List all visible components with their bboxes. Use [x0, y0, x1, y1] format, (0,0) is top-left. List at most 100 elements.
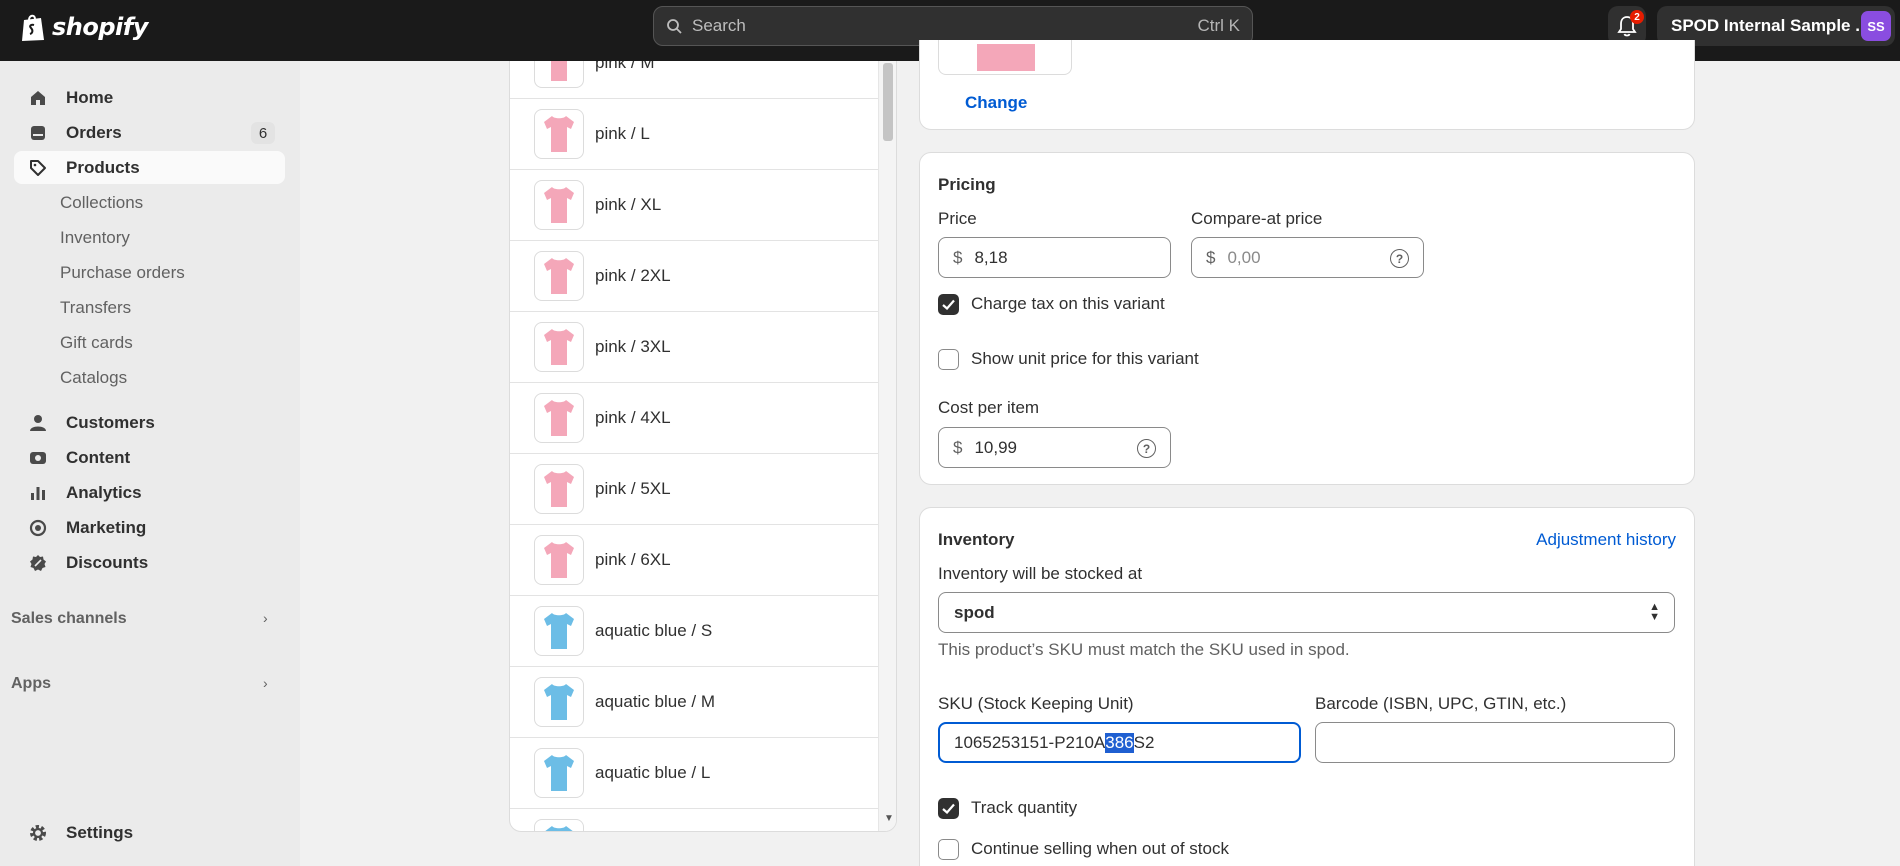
charge-tax-label[interactable]: Charge tax on this variant	[971, 294, 1165, 314]
price-label: Price	[938, 209, 977, 228]
search-shortcut: Ctrl K	[1197, 16, 1241, 35]
scroll-down-arrow-icon[interactable]: ▼	[884, 813, 894, 824]
apps-heading[interactable]: Apps	[11, 675, 51, 693]
scrollbar-thumb[interactable]	[883, 63, 893, 141]
tshirt-icon	[544, 471, 574, 507]
variant-row[interactable]: pink / 4XL	[510, 383, 878, 454]
continue-selling-label[interactable]: Continue selling when out of stock	[971, 839, 1229, 859]
location-select[interactable]: spod ▲ ▼	[938, 592, 1675, 633]
sidebar-item-gift-cards[interactable]: Gift cards	[60, 333, 133, 353]
charge-tax-checkbox[interactable]	[938, 294, 959, 315]
cost-per-item-label: Cost per item	[938, 398, 1040, 417]
sidebar-item-products[interactable]: Products	[14, 151, 285, 184]
variant-row[interactable]: aquatic blue / L	[510, 738, 878, 809]
sidebar-item-orders[interactable]: Orders 6	[14, 116, 285, 149]
sales-channels-heading[interactable]: Sales channels	[11, 610, 127, 628]
currency-symbol: $	[1206, 247, 1216, 267]
sku-selected-text: 386	[1105, 732, 1134, 753]
sidebar-item-label: Customers	[66, 412, 155, 432]
variant-row[interactable]: pink / 5XL	[510, 454, 878, 525]
variant-row[interactable]: pink / L	[510, 99, 878, 170]
unit-price-checkbox[interactable]	[938, 349, 959, 370]
sidebar-item-label: Settings	[66, 822, 134, 842]
help-icon[interactable]: ?	[1137, 439, 1156, 458]
tshirt-icon	[551, 61, 567, 81]
currency-symbol: $	[953, 437, 963, 457]
tshirt-icon	[544, 755, 574, 791]
variant-label: pink / 2XL	[595, 266, 671, 285]
sidebar-item-transfers[interactable]: Transfers	[60, 298, 131, 318]
variant-row[interactable]: pink / 3XL	[510, 312, 878, 383]
sidebar-item-marketing[interactable]: Marketing	[14, 511, 285, 544]
sidebar-item-content[interactable]: Content	[14, 441, 285, 474]
variant-row[interactable]: aquatic blue / S	[510, 596, 878, 667]
avatar: SS	[1861, 11, 1891, 41]
variant-thumbnail	[534, 535, 584, 585]
sidebar-item-label: Marketing	[66, 517, 147, 537]
tshirt-icon	[545, 826, 573, 831]
tshirt-icon	[544, 400, 574, 436]
variant-label: pink / XL	[595, 195, 662, 214]
sidebar-item-inventory[interactable]: Inventory	[60, 228, 130, 248]
shopify-logo[interactable]: shopify	[20, 12, 148, 42]
variant-row[interactable]	[510, 809, 878, 831]
cost-per-item-value: 10,99	[974, 437, 1018, 457]
variant-label: pink / L	[595, 124, 650, 143]
sidebar-item-settings[interactable]: Settings	[14, 816, 285, 849]
variant-label: pink / 5XL	[595, 479, 671, 498]
variant-thumbnail	[534, 748, 584, 798]
discount-icon	[28, 553, 48, 573]
content-icon	[28, 448, 48, 468]
sidebar-item-analytics[interactable]: Analytics	[14, 476, 285, 509]
sidebar-item-collections[interactable]: Collections	[60, 193, 143, 213]
continue-selling-checkbox[interactable]	[938, 839, 959, 860]
target-icon	[28, 518, 48, 538]
variant-row[interactable]: pink / XL	[510, 170, 878, 241]
variant-row[interactable]: pink / 2XL	[510, 241, 878, 312]
sidebar-item-discounts[interactable]: Discounts	[14, 546, 285, 579]
tag-icon	[28, 158, 48, 178]
sidebar-item-purchase-orders[interactable]: Purchase orders	[60, 263, 185, 283]
scrollbar[interactable]	[878, 61, 896, 831]
price-input[interactable]: $ 8,18	[938, 237, 1171, 278]
help-icon[interactable]: ?	[1390, 249, 1409, 268]
tshirt-icon	[544, 329, 574, 365]
variant-thumbnail	[534, 180, 584, 230]
variant-thumbnail	[534, 322, 584, 372]
track-quantity-checkbox[interactable]	[938, 798, 959, 819]
variant-row[interactable]: pink / 6XL	[510, 525, 878, 596]
sidebar-item-home[interactable]: Home	[14, 81, 285, 114]
sidebar-item-customers[interactable]: Customers	[14, 406, 285, 439]
compare-at-price-value: 0,00	[1227, 247, 1261, 267]
chevron-right-icon[interactable]: ›	[263, 675, 268, 691]
change-image-link[interactable]: Change	[965, 93, 1027, 113]
track-quantity-label[interactable]: Track quantity	[971, 798, 1077, 818]
price-value: 8,18	[974, 247, 1008, 267]
sidebar: Home Orders 6 Products Collections Inven…	[0, 61, 300, 866]
variant-row[interactable]: aquatic blue / M	[510, 667, 878, 738]
checkmark-icon	[942, 299, 955, 310]
barcode-input[interactable]	[1315, 722, 1675, 763]
variant-label: pink / M	[595, 61, 655, 72]
sku-input[interactable]: 1065253151-P210A 386 S2	[938, 722, 1301, 763]
variant-list: pink / M pink / L pink / XL pink / 2XL pink …	[509, 61, 897, 832]
tshirt-icon	[544, 613, 574, 649]
unit-price-label[interactable]: Show unit price for this variant	[971, 349, 1199, 369]
sku-label: SKU (Stock Keeping Unit)	[938, 694, 1134, 713]
variant-image-thumbnail[interactable]	[938, 40, 1072, 75]
sidebar-item-catalogs[interactable]: Catalogs	[60, 368, 127, 388]
stocked-at-label: Inventory will be stocked at	[938, 564, 1143, 583]
compare-at-price-label: Compare-at price	[1191, 209, 1323, 228]
chevron-right-icon[interactable]: ›	[263, 610, 268, 626]
variant-row[interactable]: pink / M	[510, 61, 878, 99]
adjustment-history-link[interactable]: Adjustment history	[1536, 530, 1676, 550]
variant-label: aquatic blue / S	[595, 621, 713, 640]
sidebar-item-label: Orders	[66, 122, 122, 142]
logo-text: shopify	[52, 13, 148, 41]
compare-at-price-input[interactable]: $ 0,00 ?	[1191, 237, 1424, 278]
sidebar-item-label: Discounts	[66, 552, 149, 572]
sidebar-item-label: Products	[66, 157, 140, 177]
sku-text-before: 1065253151-P210A	[954, 732, 1106, 752]
variant-thumbnail	[534, 393, 584, 443]
cost-per-item-input[interactable]: $ 10,99 ?	[938, 427, 1171, 468]
